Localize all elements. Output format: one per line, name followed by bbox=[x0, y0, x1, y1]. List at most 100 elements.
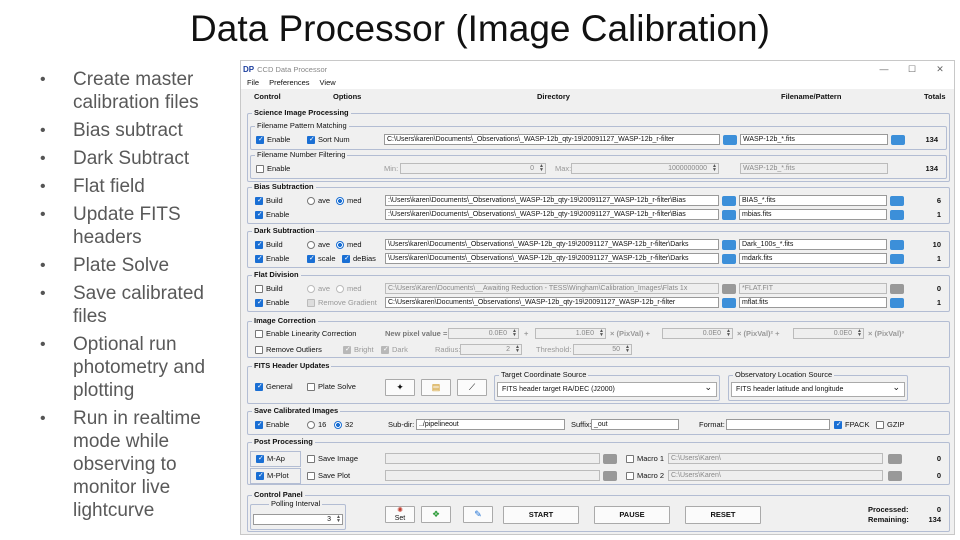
remove-outliers-checkbox[interactable] bbox=[255, 346, 263, 354]
dark-enable-directory-field[interactable]: \Users\karen\Documents\_Observations\_WA… bbox=[385, 253, 719, 264]
pattern-enable-checkbox[interactable] bbox=[256, 135, 264, 144]
folder-icon[interactable] bbox=[888, 454, 902, 464]
flat-build-filename-field[interactable]: *FLAT.FIT bbox=[739, 283, 887, 294]
spinner-icon[interactable]: ▲ ▼ bbox=[857, 329, 862, 338]
folder-icon[interactable] bbox=[890, 196, 904, 206]
threshold-field[interactable]: 50 ▲ ▼ bbox=[573, 344, 632, 355]
radius-field[interactable]: 2 ▲ ▼ bbox=[460, 344, 522, 355]
title-bar[interactable]: DP CCD Data Processor — ☐ ✕ bbox=[241, 61, 954, 77]
save-image-checkbox[interactable] bbox=[307, 455, 315, 463]
folder-icon[interactable] bbox=[890, 298, 904, 308]
menu-file[interactable]: File bbox=[247, 77, 259, 89]
dark-ave-radio[interactable] bbox=[307, 241, 315, 249]
plate-solve-checkbox[interactable] bbox=[307, 383, 315, 391]
save-plot-checkbox[interactable] bbox=[307, 472, 315, 480]
sortnum-checkbox[interactable] bbox=[307, 135, 315, 144]
max-field[interactable]: 1000000000 ▲ ▼ bbox=[571, 163, 719, 174]
bias-build-filename-field[interactable]: BIAS_*.fits bbox=[739, 195, 887, 206]
flat-build-checkbox[interactable] bbox=[255, 285, 263, 293]
save-image-path-field[interactable] bbox=[385, 453, 600, 464]
folder-icon[interactable] bbox=[722, 298, 736, 308]
min-field[interactable]: 0 ▲ ▼ bbox=[400, 163, 546, 174]
pattern-filename-field[interactable]: WASP-12b_*.fits bbox=[740, 134, 888, 145]
folder-icon[interactable] bbox=[722, 254, 736, 264]
menu-view[interactable]: View bbox=[320, 77, 336, 89]
bitdepth-32-radio[interactable] bbox=[334, 421, 342, 429]
macro1-path-field[interactable]: C:\Users\Karen\ bbox=[668, 453, 883, 464]
chart-icon[interactable]: ▤ bbox=[421, 379, 451, 396]
folder-icon[interactable] bbox=[890, 284, 904, 294]
dark-build-checkbox[interactable] bbox=[255, 240, 263, 249]
macro1-checkbox[interactable] bbox=[626, 455, 634, 463]
bitdepth-16-radio[interactable] bbox=[307, 421, 315, 429]
format-field[interactable] bbox=[726, 419, 830, 430]
start-button[interactable]: START bbox=[503, 506, 579, 524]
bias-enable-filename-field[interactable]: mbias.fits bbox=[739, 209, 887, 220]
bias-enable-directory-field[interactable]: :\Users\karen\Documents\_Observations\_W… bbox=[385, 209, 719, 220]
polling-interval-field[interactable]: 3 ▲ ▼ bbox=[253, 514, 343, 525]
spinner-icon[interactable]: ▲ ▼ bbox=[625, 345, 630, 354]
macro2-checkbox[interactable] bbox=[626, 472, 634, 480]
spinner-icon[interactable]: ▲ ▼ bbox=[336, 515, 341, 524]
folder-icon[interactable] bbox=[890, 254, 904, 264]
dark-enable-filename-field[interactable]: mdark.fits bbox=[739, 253, 887, 264]
maximize-button[interactable]: ☐ bbox=[898, 64, 926, 75]
flat-build-directory-field[interactable]: C:\Users\Karen\Documents\__Awaiting Redu… bbox=[385, 283, 719, 294]
spinner-icon[interactable]: ▲ ▼ bbox=[515, 345, 520, 354]
folder-icon[interactable] bbox=[722, 196, 736, 206]
dark-med-radio[interactable] bbox=[336, 241, 344, 249]
pattern-directory-field[interactable]: C:\Users\karen\Documents\_Observations\_… bbox=[384, 134, 720, 145]
folder-icon[interactable] bbox=[722, 240, 736, 250]
edit-icon[interactable]: ✎ bbox=[463, 506, 493, 523]
pause-button[interactable]: PAUSE bbox=[594, 506, 670, 524]
folder-icon[interactable] bbox=[723, 135, 737, 145]
coefficient-1-field[interactable]: 1.0E0 ▲ ▼ bbox=[535, 328, 606, 339]
fpack-checkbox[interactable] bbox=[834, 420, 842, 429]
save-plot-path-field[interactable] bbox=[385, 470, 600, 481]
folder-icon[interactable] bbox=[603, 471, 617, 481]
macro2-path-field[interactable]: C:\Users\Karen\ bbox=[668, 470, 883, 481]
target-source-select[interactable]: FITS header target RA/DEC (J2000) bbox=[497, 381, 717, 397]
dark-build-filename-field[interactable]: Dark_100s_*.fits bbox=[739, 239, 887, 250]
bias-build-directory-field[interactable]: :\Users\karen\Documents\_Observations\_W… bbox=[385, 195, 719, 206]
settings-button[interactable]: ✺ Set bbox=[385, 506, 415, 523]
minimize-button[interactable]: — bbox=[870, 64, 898, 74]
bias-med-radio[interactable] bbox=[336, 197, 344, 205]
spinner-icon[interactable]: ▲ ▼ bbox=[539, 164, 544, 173]
apertures-icon[interactable]: ❖ bbox=[421, 506, 451, 523]
bias-enable-checkbox[interactable] bbox=[255, 210, 263, 219]
spinner-icon[interactable]: ▲ ▼ bbox=[599, 329, 604, 338]
folder-icon[interactable] bbox=[890, 210, 904, 220]
flat-enable-directory-field[interactable]: C:\Users\karen\Documents\_Observations\_… bbox=[385, 297, 719, 308]
coefficient-3-field[interactable]: 0.0E0 ▲ ▼ bbox=[793, 328, 864, 339]
close-button[interactable]: ✕ bbox=[926, 64, 954, 75]
linearity-checkbox[interactable] bbox=[255, 330, 263, 338]
bias-build-checkbox[interactable] bbox=[255, 196, 263, 205]
crosshair-icon[interactable]: ✦ bbox=[385, 379, 415, 396]
observatory-source-select[interactable]: FITS header latitude and longitude bbox=[731, 381, 905, 397]
dark-enable-checkbox[interactable] bbox=[255, 254, 263, 263]
dark-debias-checkbox[interactable] bbox=[342, 254, 350, 263]
folder-icon[interactable] bbox=[603, 454, 617, 464]
coefficient-2-field[interactable]: 0.0E0 ▲ ▼ bbox=[662, 328, 733, 339]
number-filter-enable-checkbox[interactable] bbox=[256, 165, 264, 173]
reset-button[interactable]: RESET bbox=[685, 506, 761, 524]
folder-icon[interactable] bbox=[888, 471, 902, 481]
bias-ave-radio[interactable] bbox=[307, 197, 315, 205]
save-enable-checkbox[interactable] bbox=[255, 420, 263, 429]
suffix-field[interactable]: _out bbox=[591, 419, 679, 430]
telescope-icon[interactable]: ⟋ bbox=[457, 379, 487, 396]
spinner-icon[interactable]: ▲ ▼ bbox=[512, 329, 517, 338]
gzip-checkbox[interactable] bbox=[876, 421, 884, 429]
flat-enable-checkbox[interactable] bbox=[255, 298, 263, 307]
folder-icon[interactable] bbox=[890, 240, 904, 250]
remove-gradient-checkbox[interactable] bbox=[307, 299, 315, 307]
folder-icon[interactable] bbox=[891, 135, 905, 145]
flat-enable-filename-field[interactable]: mflat.fits bbox=[739, 297, 887, 308]
dark-checkbox[interactable] bbox=[381, 345, 389, 354]
number-filename-field[interactable]: WASP-12b_*.fits bbox=[740, 163, 888, 174]
spinner-icon[interactable]: ▲ ▼ bbox=[726, 329, 731, 338]
bright-checkbox[interactable] bbox=[343, 345, 351, 354]
menu-preferences[interactable]: Preferences bbox=[269, 77, 309, 89]
dark-build-directory-field[interactable]: \Users\karen\Documents\_Observations\_WA… bbox=[385, 239, 719, 250]
